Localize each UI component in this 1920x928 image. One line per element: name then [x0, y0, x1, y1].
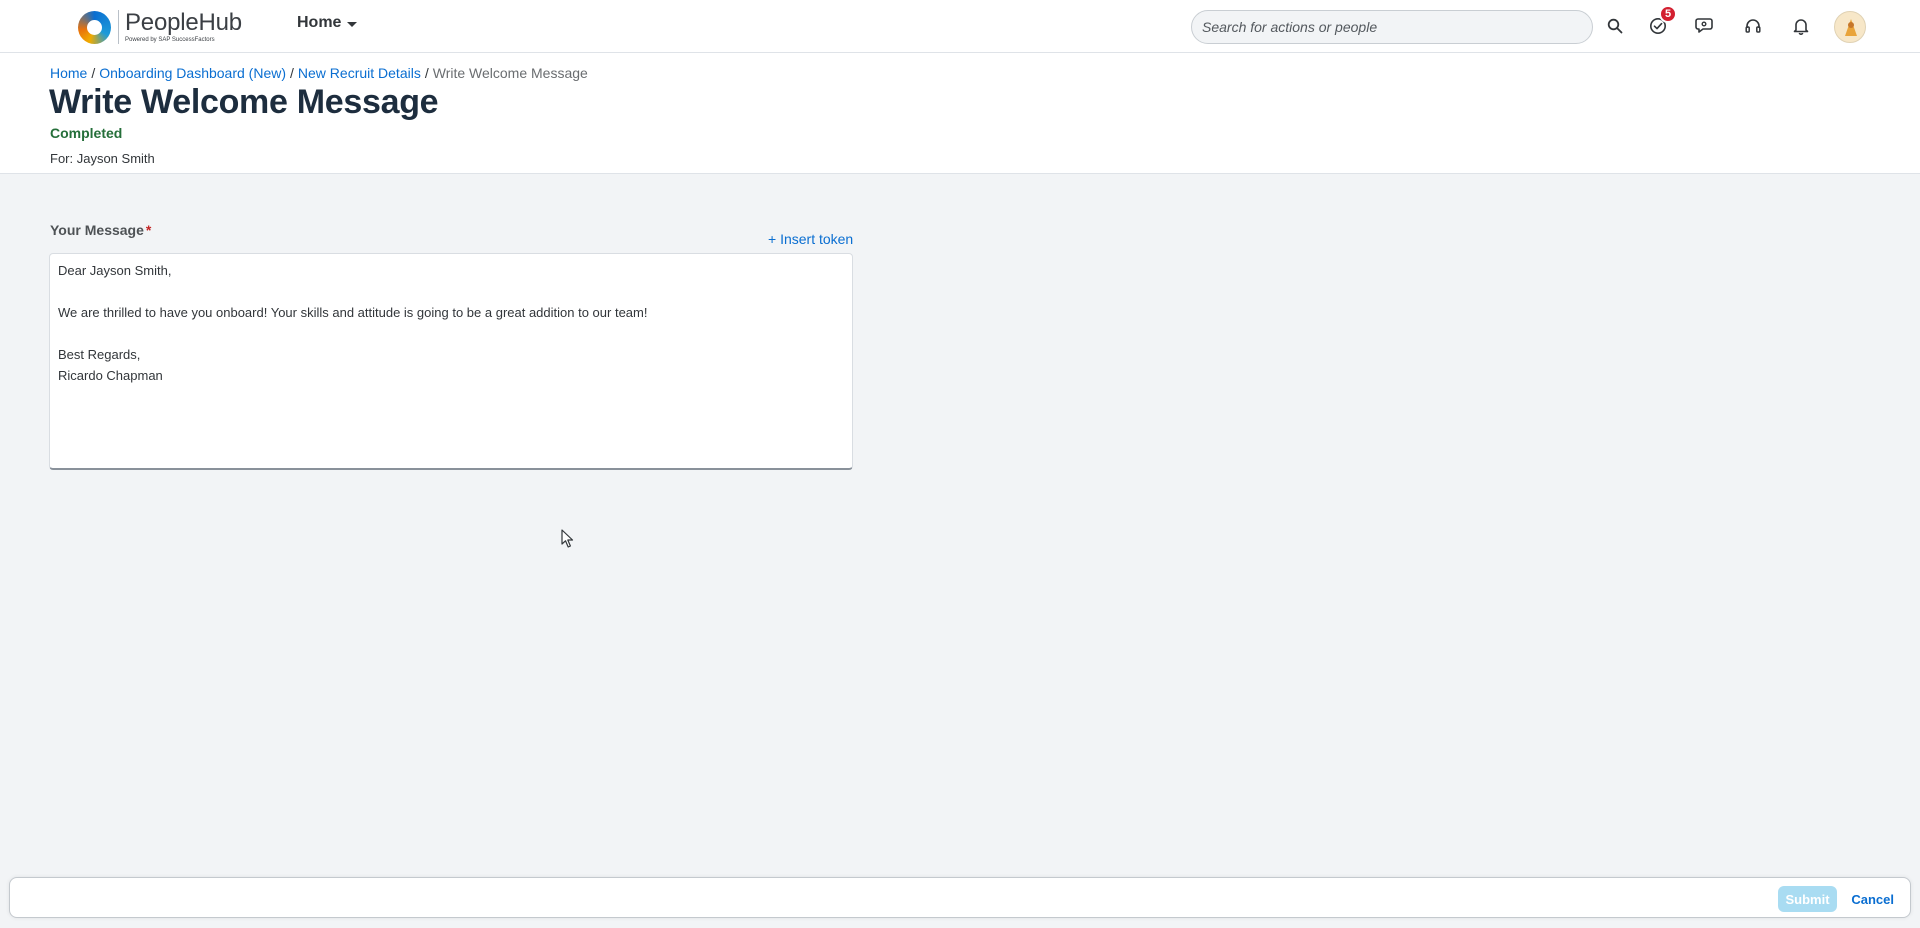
- search-icon: [1607, 18, 1623, 34]
- company-logo[interactable]: PeopleHub Powered by SAP SuccessFactors: [78, 8, 242, 46]
- breadcrumb-link-home[interactable]: Home: [50, 65, 87, 81]
- message-textarea[interactable]: Dear Jayson Smith, We are thrilled to ha…: [49, 253, 853, 470]
- bell-icon: [1793, 19, 1809, 35]
- submit-button[interactable]: Submit: [1778, 886, 1837, 912]
- shell-bar: PeopleHub Powered by SAP SuccessFactors …: [0, 0, 1920, 53]
- logo-divider: [118, 10, 119, 44]
- logo-powered-by: Powered by SAP SuccessFactors: [125, 37, 215, 43]
- status-text: Completed: [50, 125, 123, 141]
- breadcrumb-separator: /: [424, 65, 429, 81]
- breadcrumb-separator: /: [91, 65, 96, 81]
- home-menu-button[interactable]: Home: [297, 14, 358, 32]
- recipient-line: For: Jayson Smith: [50, 151, 155, 166]
- breadcrumb: Home / Onboarding Dashboard (New) / New Recr…: [50, 65, 588, 81]
- avatar-icon: [1845, 19, 1857, 36]
- footer-toolbar: Submit Cancel: [9, 877, 1911, 918]
- todo-badge: 5: [1659, 5, 1677, 23]
- chat-icon: [1695, 18, 1713, 33]
- required-marker: *: [145, 222, 152, 238]
- cancel-button[interactable]: Cancel: [1845, 886, 1900, 912]
- breadcrumb-current: Write Welcome Message: [432, 65, 588, 81]
- todo-button[interactable]: 5: [1645, 5, 1677, 39]
- chevron-down-icon: [347, 21, 358, 27]
- user-avatar[interactable]: [1834, 11, 1866, 43]
- headset-icon: [1745, 19, 1761, 33]
- logo-name: PeopleHub: [125, 9, 242, 36]
- message-field-label: Your Message *: [50, 222, 151, 238]
- help-button[interactable]: [1740, 13, 1766, 39]
- search-button[interactable]: [1602, 13, 1628, 39]
- insert-token-link[interactable]: + Insert token: [768, 231, 853, 247]
- page-header: Home / Onboarding Dashboard (New) / New Recr…: [0, 53, 1920, 174]
- breadcrumb-link-new-recruit-details[interactable]: New Recruit Details: [298, 65, 421, 81]
- mouse-pointer-icon: [561, 529, 574, 548]
- notifications-button[interactable]: [1788, 13, 1814, 39]
- page-title: Write Welcome Message: [49, 83, 439, 121]
- breadcrumb-separator: /: [290, 65, 294, 81]
- logo-text: PeopleHub Powered by SAP SuccessFactors: [125, 10, 242, 44]
- search-input[interactable]: [1191, 10, 1593, 44]
- breadcrumb-link-onboarding-dashboard[interactable]: Onboarding Dashboard (New): [99, 65, 286, 81]
- logo-icon: [78, 10, 111, 44]
- home-menu-label: Home: [297, 14, 342, 31]
- chat-button[interactable]: [1692, 13, 1718, 39]
- message-label-text: Your Message: [50, 222, 144, 238]
